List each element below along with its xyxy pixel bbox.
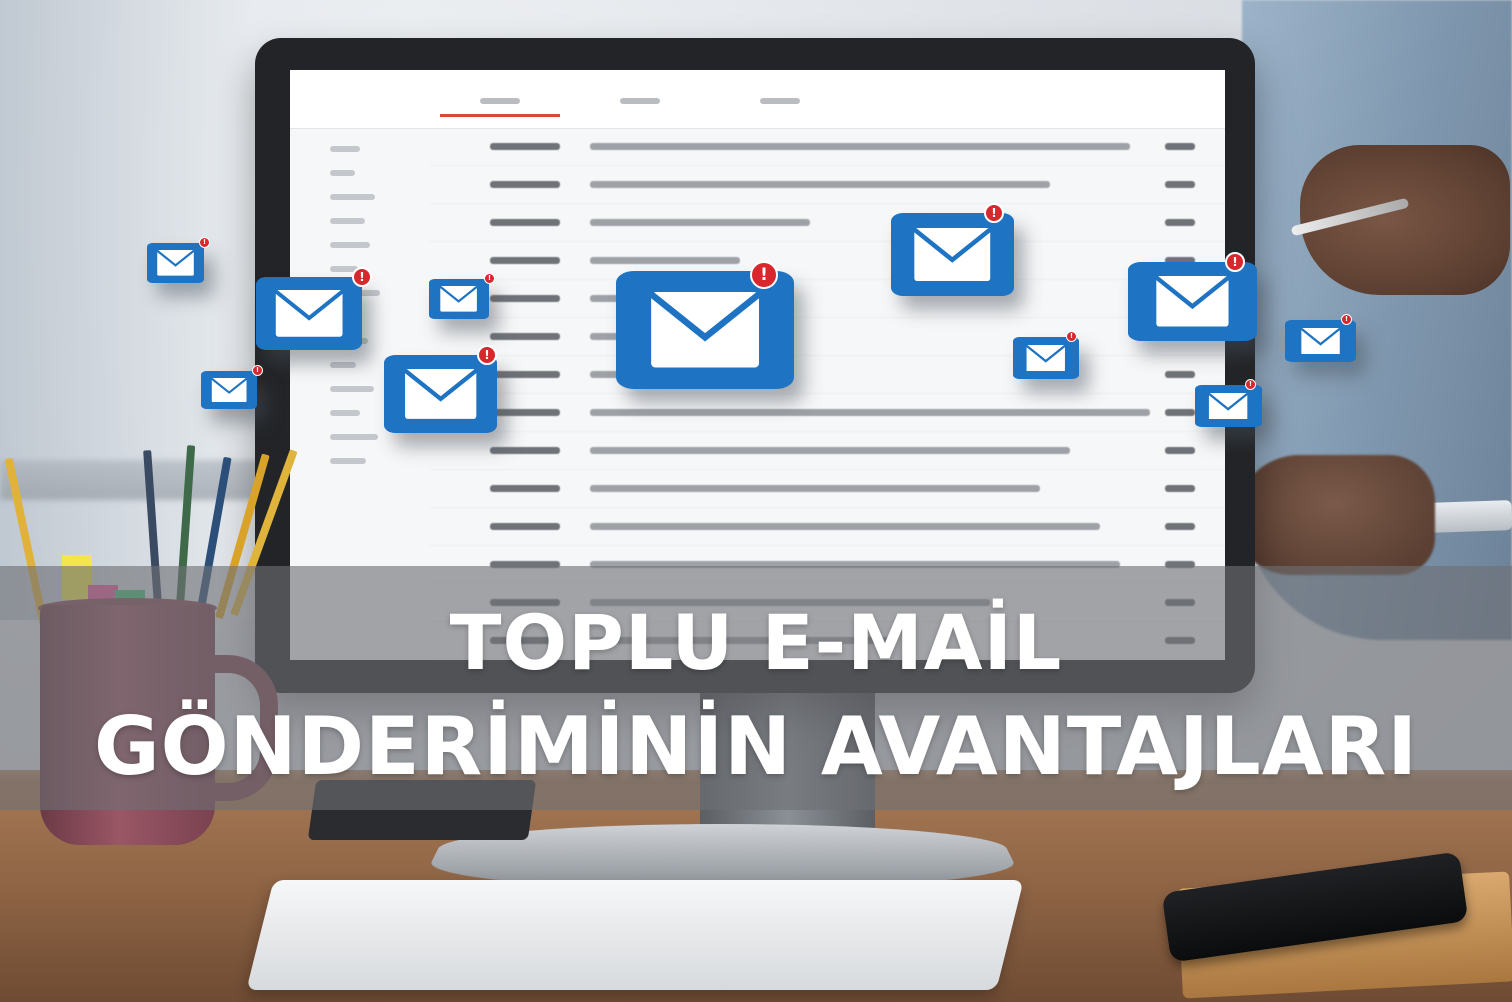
- notification-badge: !: [484, 273, 495, 284]
- email-envelope-icon: !: [384, 345, 497, 433]
- notification-badge: !: [1225, 252, 1245, 272]
- notification-badge: !: [1066, 331, 1077, 342]
- screen-tab: [580, 88, 700, 117]
- email-envelope-icon: !: [616, 261, 794, 389]
- headline-line-1: TOPLU E-MAİL: [449, 598, 1063, 687]
- screen-email-row: [430, 470, 1225, 508]
- email-envelope-icon: !: [1195, 379, 1262, 427]
- hero-image: ! ! ! ! ! ! ! ! ! ! ! TOPLU E-MAİL GÖNDE…: [0, 0, 1512, 1002]
- screen-email-row: [430, 204, 1225, 242]
- screen-email-row: [430, 166, 1225, 204]
- screen-email-row: [430, 394, 1225, 432]
- screen-tab: [720, 88, 840, 117]
- email-envelope-icon: !: [1128, 252, 1257, 341]
- screen-email-row: [430, 128, 1225, 166]
- keyboard: [246, 880, 1024, 990]
- email-envelope-icon: !: [1013, 331, 1079, 379]
- screen-topbar: [290, 70, 1225, 129]
- notification-badge: !: [477, 345, 497, 365]
- notification-badge: !: [352, 267, 372, 287]
- notification-badge: !: [750, 261, 778, 289]
- notification-badge: !: [1245, 379, 1256, 390]
- screen-email-row: [430, 318, 1225, 356]
- notification-badge: !: [252, 365, 263, 376]
- email-envelope-icon: !: [147, 237, 210, 283]
- email-envelope-icon: !: [201, 365, 263, 409]
- headline-line-2: GÖNDERİMİNİN AVANTAJLARI: [93, 700, 1419, 793]
- screen-email-row: [430, 356, 1225, 394]
- email-envelope-icon: !: [1285, 314, 1356, 362]
- screen-email-row: [430, 508, 1225, 546]
- screen-email-row: [430, 280, 1225, 318]
- email-envelope-icon: !: [891, 203, 1014, 296]
- person-hand-low: [1235, 455, 1435, 575]
- screen-email-row: [430, 242, 1225, 280]
- email-envelope-icon: !: [429, 273, 495, 319]
- notification-badge: !: [984, 203, 1004, 223]
- email-envelope-icon: !: [256, 267, 372, 350]
- notification-badge: !: [1341, 314, 1352, 325]
- screen-tab: [440, 88, 560, 117]
- notification-badge: !: [199, 237, 210, 248]
- screen-email-row: [430, 432, 1225, 470]
